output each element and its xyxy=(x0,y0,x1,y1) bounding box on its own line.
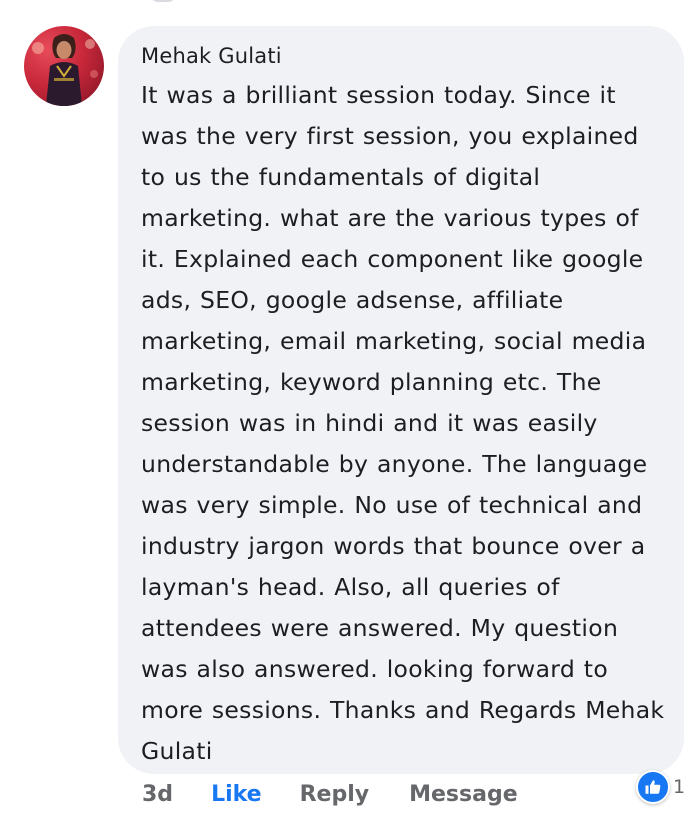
thumbs-up-icon xyxy=(636,770,670,804)
message-button[interactable]: Message xyxy=(409,782,518,807)
previous-comment-edge xyxy=(150,0,176,2)
comment-text: It was a brilliant session today. Since … xyxy=(141,81,665,765)
comment-actions: 3d Like Reply Message xyxy=(142,778,518,810)
reply-button[interactable]: Reply xyxy=(300,782,370,807)
comment-timestamp[interactable]: 3d xyxy=(142,782,173,807)
comment-author[interactable]: Mehak Gulati xyxy=(141,43,662,69)
comment-bubble: Mehak Gulati It was a brilliant session … xyxy=(118,26,684,774)
avatar[interactable] xyxy=(24,26,104,106)
reaction-summary[interactable]: 1 xyxy=(636,770,685,804)
profile-photo-icon xyxy=(32,34,98,106)
reaction-count: 1 xyxy=(673,776,686,798)
like-button[interactable]: Like xyxy=(211,782,262,807)
